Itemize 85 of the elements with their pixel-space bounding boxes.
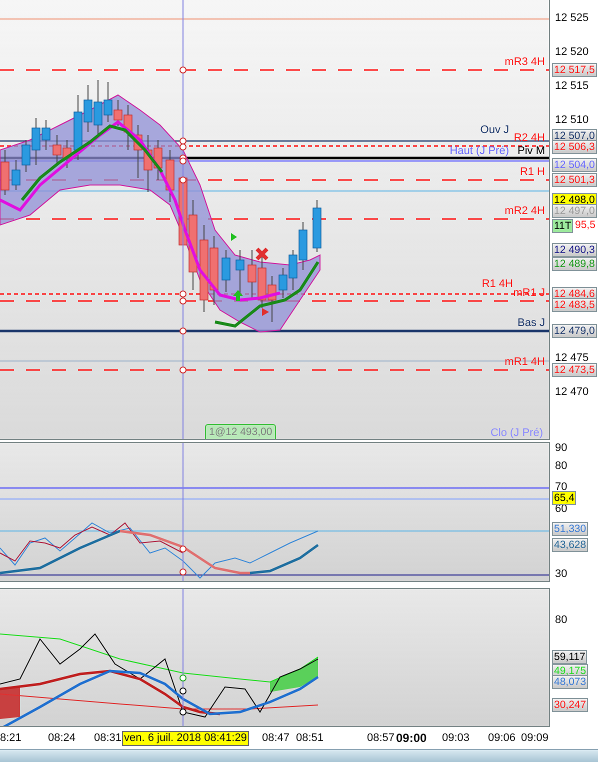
crosshair-marker [180,674,186,682]
time-label: 08:51 [296,732,324,745]
oscillator-tick-label: 70 [555,480,568,494]
price-tick-label: 12 475 [555,351,589,365]
price-level-label: Haut (J Pré) [450,145,509,158]
candlestick [298,222,308,270]
candlestick [94,80,102,136]
price-level-label: mR2 4H [504,205,545,218]
time-label: 09:00 [396,732,427,745]
crosshair-marker [180,176,186,184]
time-label: 08:24 [48,732,76,745]
candlestick [210,236,218,306]
oscillator-tick-label: 80 [555,613,568,627]
price-level-label: Bas J [517,317,545,330]
candlestick [222,250,230,292]
price-tag: 12 501,3 [552,173,597,187]
candlestick [154,140,162,180]
crosshair-marker [180,366,186,374]
price-level-label: Piv M [518,145,545,158]
value-tag: 48,073 [552,675,588,689]
price-tick-label: 12 515 [555,79,589,93]
crosshair-marker [180,546,186,552]
candlestick [278,268,288,298]
candlestick [288,250,298,290]
price-tag: 12 479,0 [552,324,597,338]
price-tick-label: 12 525 [555,11,589,25]
price-tag: 12 483,5 [552,298,597,312]
value-tag: 43,628 [552,538,588,552]
value-tag: 59,117 [552,650,588,664]
cross-marker-icon [255,247,269,261]
price-level-label: Ouv J [480,124,509,137]
value-tag: 30,247 [552,698,588,712]
candlestick [258,254,266,308]
time-label: 09:06 [488,732,516,745]
candlestick [84,84,92,132]
time-label: 08:57 [367,732,395,745]
price-tag: 12 489,8 [552,257,597,271]
candlestick [74,94,82,160]
oscillator-tick-label: 80 [555,459,568,473]
price-tag: 11T [552,219,574,233]
price-tag: 12 473,5 [552,363,597,377]
value-tag: 51,330 [552,522,588,536]
price-tick-label: 12 510 [555,113,589,127]
candlestick [144,134,152,192]
crosshair-marker [180,568,186,576]
up-arrow-icon [233,290,243,301]
price-level-label: mR3 4H [504,56,545,69]
candlestick [0,150,10,196]
price-level-label: R1 H [520,166,545,179]
candlestick [236,250,244,296]
price-tick-label: 12 470 [555,385,589,399]
order-badge: 1@12 493,00 [205,424,276,439]
value-tag: 65,4 [552,491,576,505]
time-label: 09:09 [521,732,549,745]
candlestick [12,160,20,190]
crosshair-marker [180,66,186,74]
price-level-label: mR1 4H [504,356,545,369]
price-tag: 12 490,3 [552,243,597,257]
candlestick [52,134,62,166]
oscillator-tick-label: 90 [555,441,568,455]
price-tick-label: 12 520 [555,45,589,59]
area-fill [270,657,318,692]
time-label: 09:03 [442,732,470,745]
price-tag: 12 504,0 [552,158,597,172]
time-label: 08:31 [94,732,122,745]
cursor-time-label: ven. 6 juil. 2018 08:41:29 [122,731,249,746]
price-tag: 12 497,0 [552,204,597,218]
oscillator-tick-label: 30 [555,567,568,581]
time-label: 8:21 [0,732,22,745]
price-tag: 12 517,5 [552,63,597,77]
price-level-label: Clo (J Pré) [490,427,543,439]
crosshair-marker [180,688,186,694]
crosshair-marker [180,708,186,716]
crosshair-marker [180,328,186,334]
triangle-marker-icon [262,308,269,316]
candlestick [166,150,174,202]
candlestick [62,140,72,168]
price-level-label: R1 4H [482,278,513,291]
price-tag: 95,5 [574,219,596,231]
candlestick [248,250,256,300]
candlestick [312,200,322,252]
price-tag: 12 506,3 [552,140,597,154]
time-label: 08:47 [262,732,290,745]
triangle-marker-icon [231,233,237,241]
candlestick [268,276,276,322]
